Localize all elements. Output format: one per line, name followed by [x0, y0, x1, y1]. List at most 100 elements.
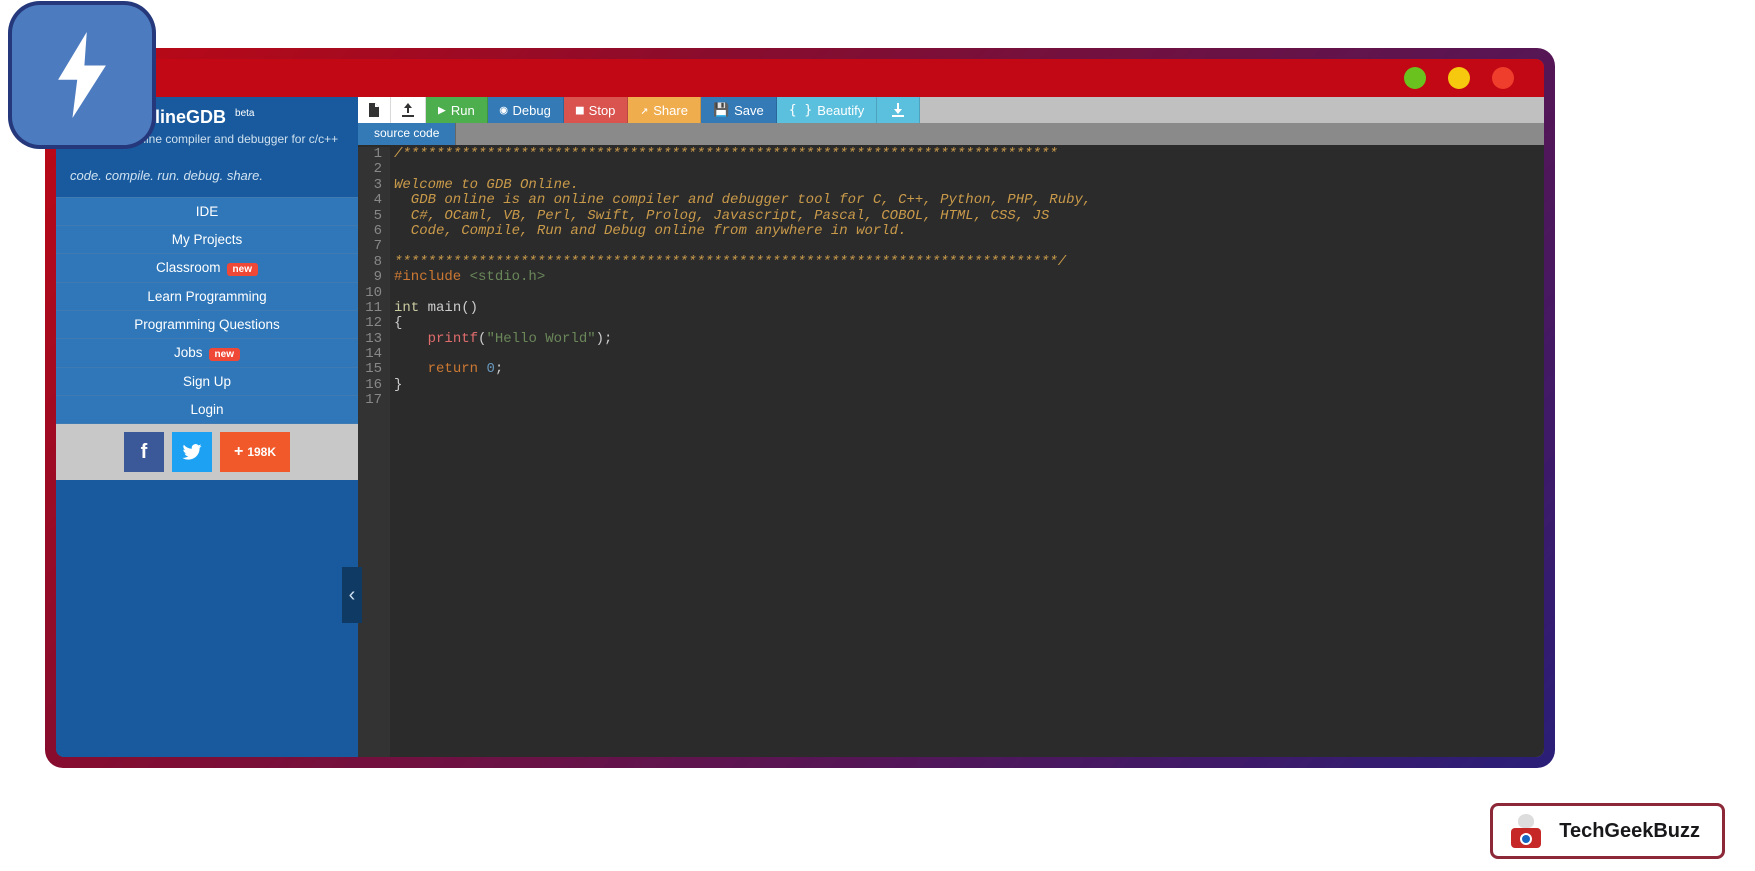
code-line[interactable] — [394, 162, 1540, 177]
line-number: 13 — [364, 332, 382, 347]
share-count-button[interactable]: + 198K — [220, 432, 290, 472]
share-label: Share — [653, 103, 688, 118]
sidebar-item-label: IDE — [196, 204, 219, 219]
sidebar-item-label: Learn Programming — [147, 289, 266, 304]
code-line[interactable]: Welcome to GDB Online. — [394, 178, 1540, 193]
new-file-button[interactable] — [358, 97, 391, 123]
sidebar-item-sign-up[interactable]: Sign Up — [56, 367, 358, 395]
run-label: Run — [451, 103, 475, 118]
beautify-label: Beautify — [817, 103, 864, 118]
line-number: 8 — [364, 255, 382, 270]
sidebar-item-classroom[interactable]: Classroom new — [56, 253, 358, 282]
save-label: Save — [734, 103, 764, 118]
sidebar-item-my-projects[interactable]: My Projects — [56, 225, 358, 253]
line-number: 11 — [364, 301, 382, 316]
sidebar-item-ide[interactable]: IDE — [56, 197, 358, 225]
brand-subtitle: online compiler and debugger for c/c++ — [130, 132, 344, 146]
sidebar-item-label: Programming Questions — [134, 317, 280, 332]
debug-button[interactable]: ◉ Debug — [488, 97, 564, 123]
line-number: 15 — [364, 362, 382, 377]
run-button[interactable]: ▶ Run — [426, 97, 488, 123]
sidebar: OnlineGDB beta online compiler and debug… — [56, 97, 358, 757]
traffic-light-green[interactable] — [1404, 67, 1426, 89]
share-icon: ↗ — [640, 103, 648, 118]
facebook-button[interactable]: f — [124, 432, 164, 472]
line-number: 4 — [364, 193, 382, 208]
new-pill: new — [209, 348, 240, 361]
share-button[interactable]: ↗ Share — [628, 97, 701, 123]
stop-button[interactable]: ■ Stop — [564, 97, 629, 123]
code-line[interactable] — [394, 239, 1540, 254]
line-number: 12 — [364, 316, 382, 331]
sidebar-item-learn-programming[interactable]: Learn Programming — [56, 282, 358, 310]
sidebar-item-login[interactable]: Login — [56, 395, 358, 424]
watermark-logo — [1507, 814, 1545, 848]
twitter-button[interactable] — [172, 432, 212, 472]
sidebar-item-label: Sign Up — [183, 374, 231, 389]
social-bar: f + 198K — [56, 424, 358, 480]
code-line[interactable]: return 0; — [394, 362, 1540, 377]
upload-button[interactable] — [391, 97, 426, 123]
sidebar-collapse-handle[interactable]: ‹ — [342, 567, 362, 623]
sidebar-item-jobs[interactable]: Jobsnew — [56, 338, 358, 367]
code-line[interactable]: GDB online is an online compiler and deb… — [394, 193, 1540, 208]
watermark: TechGeekBuzz — [1490, 803, 1725, 859]
line-number: 2 — [364, 162, 382, 177]
code-line[interactable] — [394, 393, 1540, 408]
target-icon: ◉ — [500, 103, 508, 118]
sidebar-item-programming-questions[interactable]: Programming Questions — [56, 310, 358, 338]
download-icon — [891, 103, 905, 117]
code-line[interactable]: { — [394, 316, 1540, 331]
code-line[interactable]: /***************************************… — [394, 147, 1540, 162]
code-line[interactable] — [394, 286, 1540, 301]
line-number: 6 — [364, 224, 382, 239]
line-number: 16 — [364, 378, 382, 393]
code-line[interactable]: Code, Compile, Run and Debug online from… — [394, 224, 1540, 239]
line-number: 5 — [364, 209, 382, 224]
code-line[interactable]: } — [394, 378, 1540, 393]
code-line[interactable]: ****************************************… — [394, 255, 1540, 270]
debug-label: Debug — [513, 103, 551, 118]
editor-tabbar: source code — [358, 123, 1544, 145]
code-line[interactable] — [394, 347, 1540, 362]
toolbar: ▶ Run ◉ Debug ■ Stop ↗ Share — [358, 97, 1544, 123]
line-number: 9 — [364, 270, 382, 285]
sidebar-nav: IDE My Projects Classroom new Learn Programm… — [56, 197, 358, 424]
save-icon: 💾 — [713, 103, 729, 118]
sidebar-item-label: Jobs — [174, 345, 203, 360]
code-editor[interactable]: 1234567891011121314151617 /*************… — [358, 145, 1544, 757]
app-window-frame: OnlineGDB beta online compiler and debug… — [45, 48, 1555, 768]
lightning-badge — [12, 5, 152, 145]
line-number: 14 — [364, 347, 382, 362]
code-body[interactable]: /***************************************… — [390, 147, 1544, 757]
line-number: 7 — [364, 239, 382, 254]
line-number: 3 — [364, 178, 382, 193]
tab-source-code[interactable]: source code — [358, 123, 456, 145]
line-number: 1 — [364, 147, 382, 162]
play-icon: ▶ — [438, 103, 446, 118]
code-line[interactable]: C#, OCaml, VB, Perl, Swift, Prolog, Java… — [394, 209, 1540, 224]
save-button[interactable]: 💾 Save — [701, 97, 777, 123]
braces-icon: { } — [789, 103, 812, 118]
sidebar-item-label: Classroom — [156, 260, 221, 275]
traffic-light-yellow[interactable] — [1448, 67, 1470, 89]
stop-label: Stop — [589, 103, 616, 118]
plus-icon: + — [234, 443, 243, 461]
brand-title: OnlineGDB beta — [130, 107, 344, 128]
watermark-text: TechGeekBuzz — [1559, 820, 1700, 843]
code-line[interactable]: int main() — [394, 301, 1540, 316]
code-line[interactable]: printf("Hello World"); — [394, 332, 1540, 347]
brand-tagline: code. compile. run. debug. share. — [56, 152, 358, 197]
upload-icon — [401, 103, 415, 117]
beautify-button[interactable]: { } Beautify — [777, 97, 877, 123]
new-pill: new — [227, 263, 258, 276]
window-titlebar — [56, 59, 1544, 97]
download-button[interactable] — [877, 97, 920, 123]
brand-badge: beta — [235, 108, 254, 119]
lightning-icon — [51, 32, 113, 118]
main-area: ▶ Run ◉ Debug ■ Stop ↗ Share — [358, 97, 1544, 757]
sidebar-item-label: My Projects — [172, 232, 243, 247]
code-line[interactable]: #include <stdio.h> — [394, 270, 1540, 285]
line-number: 10 — [364, 286, 382, 301]
traffic-light-red[interactable] — [1492, 67, 1514, 89]
